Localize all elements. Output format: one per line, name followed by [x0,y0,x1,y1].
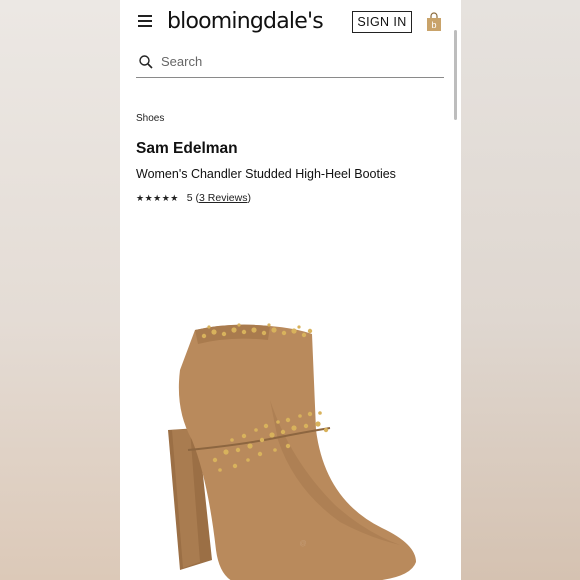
product-title: Women's Chandler Studded High-Heel Booti… [136,167,396,181]
rating-stars-icon: ★★★★★ [136,193,179,203]
reviews-link[interactable]: 3 Reviews [199,192,247,204]
shopping-bag-icon[interactable]: b [426,12,442,32]
svg-text:@: @ [299,540,307,548]
product-image[interactable]: @ [120,300,461,580]
scrollbar[interactable] [454,30,457,120]
rating-score: 5 [186,192,193,204]
search-icon [139,55,153,69]
search-input[interactable]: Search [136,48,444,78]
breadcrumb[interactable]: Shoes [136,113,164,124]
hamburger-menu-icon[interactable] [138,15,152,27]
sign-in-button[interactable]: SIGN IN [352,11,412,33]
search-placeholder: Search [161,54,203,69]
background-left [0,0,120,580]
svg-text:b: b [431,20,436,30]
mobile-page: bloomingdale's SIGN IN b Search Shoes Sa… [120,0,461,580]
background-right [461,0,580,580]
product-rating: ★★★★★ 5 (3 Reviews) [136,192,251,204]
reviews-link-wrapper[interactable]: (3 Reviews) [196,192,251,204]
bootie-illustration: @ [168,323,416,580]
site-header: bloomingdale's SIGN IN b [120,0,461,44]
site-logo[interactable]: bloomingdale's [167,9,324,34]
product-brand[interactable]: Sam Edelman [136,140,238,158]
